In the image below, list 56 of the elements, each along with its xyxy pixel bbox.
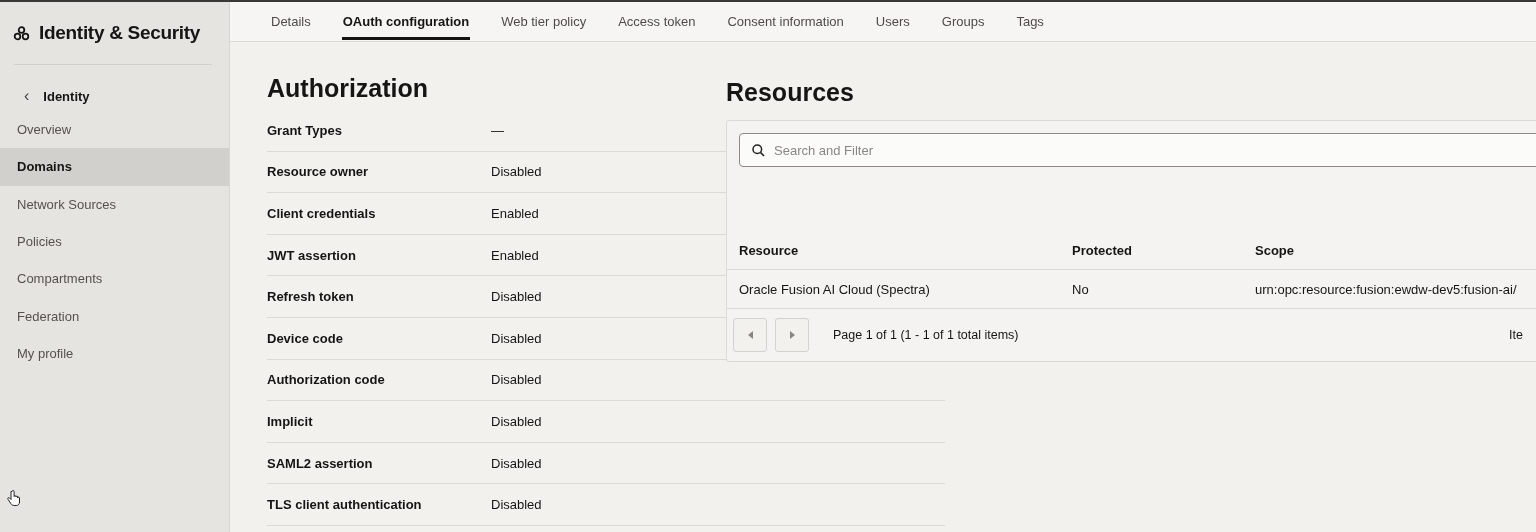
tab[interactable]: Access token <box>617 2 697 40</box>
sidebar-item[interactable]: Compartments <box>0 260 229 298</box>
table-cell-text: No <box>1072 281 1090 297</box>
field-value: Enabled <box>491 206 539 221</box>
left-triangle-icon <box>747 331 753 339</box>
app-title: Identity & Security <box>39 22 201 44</box>
field-value: — <box>491 122 504 138</box>
search-icon <box>752 144 765 157</box>
back-icon[interactable]: ‹ <box>24 87 30 105</box>
tab[interactable]: Groups <box>940 2 986 40</box>
field-label: Resource owner <box>267 164 370 180</box>
sidebar-item[interactable]: Overview <box>0 111 229 149</box>
column-header: Resource <box>739 242 800 258</box>
next-page-button[interactable] <box>775 318 809 352</box>
field-label: Authorization code <box>267 372 386 388</box>
section-title: Authorization <box>267 74 429 102</box>
sidebar-item[interactable]: Federation <box>0 297 229 335</box>
field-label: Device code <box>267 330 344 346</box>
logo-icon <box>13 25 30 41</box>
tab[interactable]: Web tier policy <box>500 2 588 40</box>
field-label: Client credentials <box>267 206 377 221</box>
items-label: Ite <box>1509 328 1523 342</box>
previous-page-button[interactable] <box>733 318 767 352</box>
column-header: Scope <box>1255 242 1295 258</box>
section-title: Resources <box>726 78 854 106</box>
field-value: Disabled <box>491 455 542 471</box>
back-link[interactable]: Identity <box>43 88 90 104</box>
table-cell-text: Oracle Fusion AI Cloud (Spectra) <box>739 281 931 297</box>
table-cell-text: urn:opc:resource:fusion:ewdw-dev5:fusion-ai/ <box>1255 281 1518 297</box>
field-value: Disabled <box>491 497 542 513</box>
field-value: Disabled <box>491 372 542 388</box>
tab[interactable]: Tags <box>1015 2 1045 40</box>
tab[interactable]: Users <box>874 2 911 40</box>
column-header: Protected <box>1072 242 1133 258</box>
field-value: Disabled <box>491 413 542 429</box>
sidebar-item[interactable]: My profile <box>0 334 229 373</box>
field-label: TLS client authentication <box>267 497 423 513</box>
tab[interactable]: Consent information <box>726 2 845 40</box>
field-value: Disabled <box>491 330 542 346</box>
tab[interactable]: OAuth configuration <box>341 2 471 40</box>
field-label: JWT assertion <box>267 247 357 263</box>
page-summary: Page 1 of 1 (1 - 1 of 1 total items) <box>833 328 1019 342</box>
sidebar-item[interactable]: Policies <box>0 222 229 261</box>
field-label: Implicit <box>267 413 314 429</box>
field-value: Disabled <box>491 164 542 180</box>
tab[interactable]: Details <box>270 2 312 40</box>
field-label: Grant Types <box>267 122 343 138</box>
hand-cursor-icon <box>7 490 21 506</box>
field-value: Disabled <box>491 289 542 305</box>
field-value: Enabled <box>491 247 539 263</box>
sidebar-item[interactable]: Network Sources <box>0 185 229 223</box>
field-label: Refresh token <box>267 289 355 305</box>
field-label: SAML2 assertion <box>267 455 374 471</box>
right-triangle-icon <box>789 331 795 339</box>
sidebar-item[interactable]: Domains <box>0 148 229 186</box>
search-field[interactable]: Search and Filter <box>739 133 1536 167</box>
